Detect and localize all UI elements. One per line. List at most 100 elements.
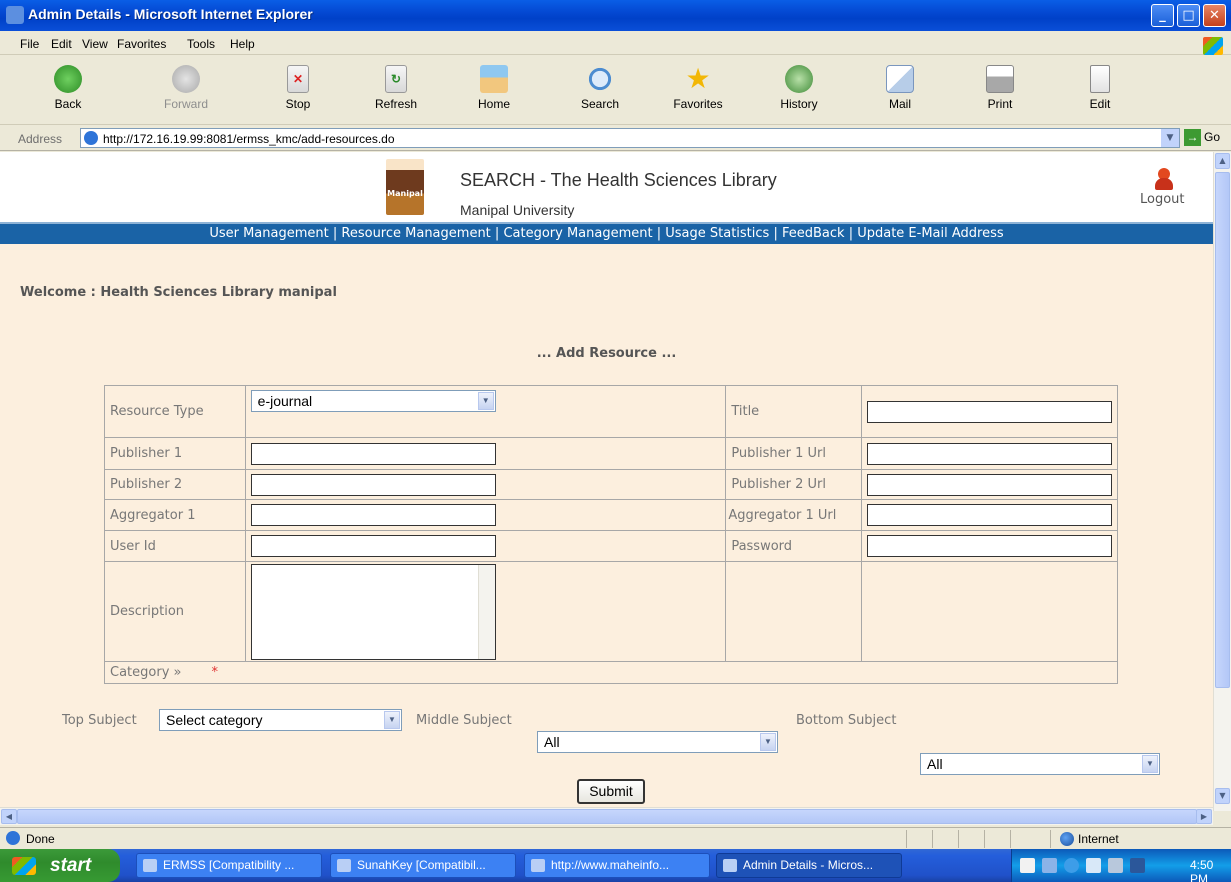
- submit-button[interactable]: Submit: [577, 779, 645, 804]
- maximize-button[interactable]: □: [1177, 4, 1200, 27]
- vertical-scrollbar[interactable]: ▲ ▼: [1213, 152, 1231, 811]
- print-label: Print: [987, 97, 1013, 111]
- close-button[interactable]: ✕: [1203, 4, 1226, 27]
- chevron-down-icon: ▼: [1142, 755, 1158, 773]
- menu-edit[interactable]: Edit: [51, 37, 72, 51]
- horizontal-scroll-thumb[interactable]: [17, 809, 1197, 824]
- aggregator1-url-input[interactable]: [867, 504, 1112, 526]
- title-bar: Admin Details - Microsoft Internet Explo…: [0, 0, 1231, 31]
- refresh-icon: ↻: [385, 65, 407, 93]
- edit-button[interactable]: Edit: [1070, 65, 1130, 111]
- back-label: Back: [54, 97, 82, 111]
- word-icon[interactable]: [1130, 858, 1145, 873]
- menu-file[interactable]: File: [20, 37, 39, 51]
- favorites-button[interactable]: ★ Favorites: [668, 65, 728, 112]
- publisher1-url-input[interactable]: [867, 442, 1112, 465]
- aggregator1-input[interactable]: [250, 504, 496, 526]
- display-icon[interactable]: [1086, 858, 1101, 873]
- mail-label: Mail: [888, 97, 911, 111]
- nav-category-management[interactable]: Category Management: [503, 226, 652, 241]
- help-icon[interactable]: [1020, 858, 1035, 873]
- start-button[interactable]: start: [0, 849, 120, 882]
- add-resource-form: Resource Type e-journal ▼ Title Publishe…: [104, 385, 1118, 684]
- history-icon: [785, 65, 813, 93]
- horizontal-scrollbar[interactable]: ◀ ▶: [0, 807, 1213, 825]
- task-label: ERMSS [Compatibility ...: [163, 858, 295, 872]
- ie-app-icon: [6, 6, 24, 24]
- publisher2-url-input[interactable]: [867, 473, 1112, 496]
- scroll-down-icon[interactable]: ▼: [1215, 788, 1230, 804]
- network-icon[interactable]: [1042, 858, 1057, 873]
- go-arrow-icon: →: [1184, 129, 1201, 146]
- logo-text: Manipal: [387, 189, 423, 198]
- taskbar-item-ermss[interactable]: ERMSS [Compatibility ...: [136, 853, 322, 878]
- middle-subject-select[interactable]: All ▼: [537, 731, 778, 753]
- mail-button[interactable]: Mail: [870, 65, 930, 111]
- search-icon: [586, 65, 614, 93]
- search-label: Search: [580, 97, 620, 111]
- chevron-down-icon[interactable]: ▼: [1161, 129, 1179, 147]
- ie-page-icon: [6, 831, 20, 845]
- back-button[interactable]: Back: [38, 65, 98, 111]
- address-bar: Address http://172.16.19.99:8081/ermss_k…: [0, 125, 1231, 151]
- form-heading: ... Add Resource ...: [536, 346, 677, 361]
- publisher1-input[interactable]: [250, 442, 496, 465]
- history-button[interactable]: History: [769, 65, 829, 111]
- bottom-subject-select[interactable]: All ▼: [920, 753, 1160, 775]
- menu-help[interactable]: Help: [230, 37, 255, 51]
- internet-zone-icon: [1060, 832, 1074, 846]
- site-subtitle: Manipal University: [460, 202, 575, 218]
- scroll-right-icon[interactable]: ▶: [1196, 809, 1212, 824]
- subject-row: Top Subject Select category ▼ Middle Sub…: [0, 708, 1213, 775]
- mail-icon: [886, 65, 914, 93]
- volume-icon[interactable]: [1064, 858, 1079, 873]
- menu-view[interactable]: View: [82, 37, 108, 51]
- nav-bar: User Management | Resource Management | …: [0, 222, 1213, 244]
- description-textarea[interactable]: [250, 563, 496, 660]
- print-button[interactable]: Print: [970, 65, 1030, 111]
- forward-button[interactable]: Forward: [156, 65, 216, 111]
- home-button[interactable]: Home: [464, 65, 524, 111]
- ie-page-icon: [84, 131, 98, 145]
- vertical-scroll-thumb[interactable]: [1215, 172, 1230, 688]
- resource-type-select[interactable]: e-journal ▼: [250, 390, 496, 412]
- aggregator1-label: Aggregator 1: [104, 499, 246, 531]
- address-input[interactable]: http://172.16.19.99:8081/ermss_kmc/add-r…: [80, 128, 1180, 148]
- messenger-icon[interactable]: [1108, 858, 1123, 873]
- logout-link[interactable]: Logout: [1140, 192, 1185, 207]
- top-subject-select[interactable]: Select category ▼: [159, 709, 402, 731]
- bottom-subject-label: Bottom Subject: [796, 713, 897, 728]
- home-icon: [480, 65, 508, 93]
- user-icon[interactable]: [1155, 168, 1173, 190]
- minimize-button[interactable]: _: [1151, 4, 1174, 27]
- search-button[interactable]: Search: [570, 65, 630, 111]
- taskbar-item-maheinfo[interactable]: http://www.maheinfo...: [524, 853, 710, 878]
- nav-user-management[interactable]: User Management: [209, 226, 328, 241]
- menu-favorites[interactable]: Favorites: [117, 37, 166, 51]
- nav-feedback[interactable]: FeedBack: [782, 226, 845, 241]
- stop-button[interactable]: ✕ Stop: [268, 65, 328, 111]
- scroll-up-icon[interactable]: ▲: [1215, 153, 1230, 169]
- refresh-button[interactable]: ↻ Refresh: [366, 65, 426, 111]
- edit-icon: [1090, 65, 1110, 93]
- nav-resource-management[interactable]: Resource Management: [341, 226, 490, 241]
- menu-tools[interactable]: Tools: [187, 37, 215, 51]
- refresh-label: Refresh: [374, 97, 418, 111]
- publisher2-input[interactable]: [250, 473, 496, 496]
- stop-label: Stop: [285, 97, 311, 111]
- go-button[interactable]: → Go: [1184, 129, 1220, 146]
- task-label: SunahKey [Compatibil...: [357, 858, 486, 872]
- textarea-scrollbar[interactable]: [477, 564, 495, 659]
- title-input[interactable]: [867, 400, 1112, 423]
- nav-usage-statistics[interactable]: Usage Statistics: [665, 226, 769, 241]
- top-subject-label: Top Subject: [62, 713, 137, 728]
- nav-update-email[interactable]: Update E-Mail Address: [857, 226, 1003, 241]
- bottom-subject-value: All: [927, 756, 943, 772]
- history-label: History: [780, 97, 818, 111]
- taskbar-item-sunahkey[interactable]: SunahKey [Compatibil...: [330, 853, 516, 878]
- password-input[interactable]: [867, 535, 1112, 557]
- publisher1-label: Publisher 1: [104, 437, 246, 470]
- taskbar-item-admin-details[interactable]: Admin Details - Micros...: [716, 853, 902, 878]
- scroll-left-icon[interactable]: ◀: [1, 809, 17, 824]
- userid-input[interactable]: [250, 535, 496, 557]
